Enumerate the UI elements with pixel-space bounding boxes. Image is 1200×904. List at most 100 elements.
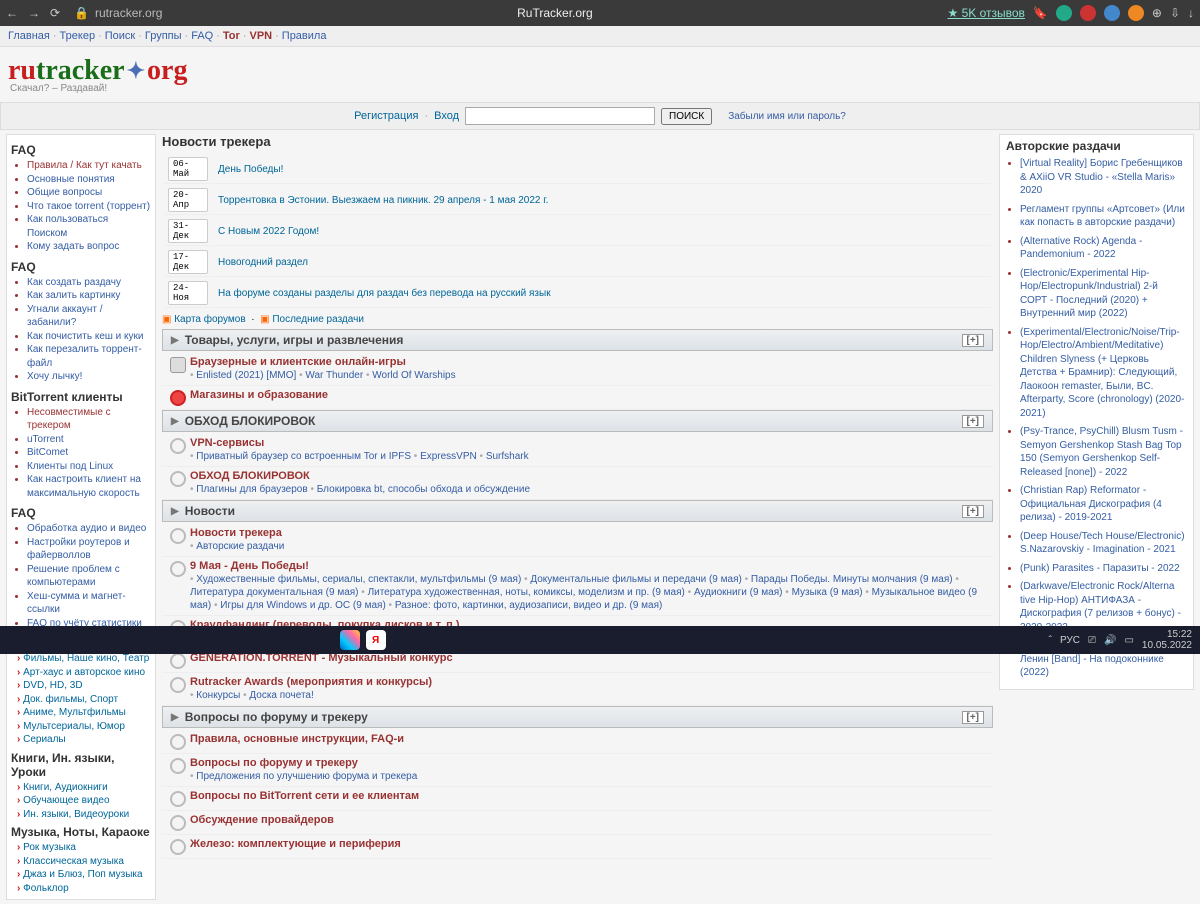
expand-button[interactable]: [+] [962, 415, 985, 428]
side-item[interactable]: Фольклор [17, 882, 151, 896]
topnav-tor[interactable]: Tor [223, 30, 240, 42]
topnav-группы[interactable]: Группы [145, 30, 182, 42]
side-item[interactable]: Настройки роутеров и файерволлов [27, 536, 151, 563]
release-item[interactable]: (Electronic/Experimental Hip-Hop/Electro… [1020, 267, 1187, 321]
subforum-link[interactable]: Блокировка bt, способы обхода и обсужден… [317, 484, 530, 495]
subforum-link[interactable]: Конкурсы [196, 690, 240, 701]
side-item[interactable]: Угнали аккаунт / забанили? [27, 303, 151, 330]
forum-link[interactable]: Обсуждение провайдеров [190, 814, 334, 826]
forum-link[interactable]: Вопросы по BitTorrent сети и ее клиентам [190, 790, 419, 802]
side-item[interactable]: Клиенты под Linux [27, 460, 151, 474]
rss-icon-2[interactable]: ▣ [260, 314, 269, 325]
release-item[interactable]: (Deep House/Tech House/Electronic) S.Naz… [1020, 530, 1187, 557]
side-item[interactable]: Книги, Аудиокниги [17, 781, 151, 795]
side-item[interactable]: Что такое torrent (торрент) [27, 200, 151, 214]
side-item[interactable]: Фильмы, Наше кино, Театр [17, 652, 151, 666]
battery-icon[interactable]: ▭ [1124, 635, 1133, 646]
side-item[interactable]: Джаз и Блюз, Поп музыка [17, 868, 151, 882]
forum-link[interactable]: Браузерные и клиентские онлайн-игры [190, 356, 406, 368]
ext-icon-1[interactable] [1056, 5, 1072, 21]
side-item[interactable]: Как залить картинку [27, 289, 151, 303]
bookmark-icon[interactable]: 🔖 [1033, 6, 1048, 20]
forum-link[interactable]: Новости трекера [190, 527, 282, 539]
side-item[interactable]: Док. фильмы, Спорт [17, 693, 151, 707]
subforum-link[interactable]: Документальные фильмы и передачи (9 мая) [530, 574, 741, 585]
side-item[interactable]: Аниме, Мультфильмы [17, 706, 151, 720]
download-icon[interactable]: ⇩ [1170, 6, 1180, 20]
subforum-link[interactable]: Приватный браузер со встроенным Tor и IP… [196, 451, 411, 462]
news-item[interactable]: Новогодний раздел [214, 248, 991, 277]
side-item[interactable]: Решение проблем с компьютерами [27, 563, 151, 590]
side-item[interactable]: Несовместимые с трекером [27, 406, 151, 433]
topnav-vpn[interactable]: VPN [249, 30, 272, 42]
rss-icon[interactable]: ▣ [162, 314, 171, 325]
search-button[interactable]: ПОИСК [661, 108, 712, 125]
subforum-link[interactable]: Литература документальная (9 мая) [190, 587, 359, 598]
forum-link[interactable]: Rutracker Awards (мероприятия и конкурсы… [190, 676, 432, 688]
expand-button[interactable]: [+] [962, 334, 985, 347]
side-item[interactable]: Хочу лычку! [27, 370, 151, 384]
yandex-icon[interactable]: Я [366, 630, 386, 650]
side-item[interactable]: Как почистить кеш и куки [27, 330, 151, 344]
side-item[interactable]: Правила / Как тут качать [27, 159, 151, 173]
release-item[interactable]: (Experimental/Electronic/Noise/Trip-Hop/… [1020, 326, 1187, 421]
subforum-link[interactable]: Доска почета! [249, 690, 313, 701]
ext-icon-4[interactable] [1128, 5, 1144, 21]
side-item[interactable]: Как создать раздачу [27, 276, 151, 290]
subforum-link[interactable]: Парады Победы. Минуты молчания (9 мая) [751, 574, 953, 585]
forum-link[interactable]: 9 Мая - День Победы! [190, 560, 309, 572]
topnav-правила[interactable]: Правила [282, 30, 327, 42]
start-icon[interactable] [340, 630, 360, 650]
globe-icon[interactable]: ⊕ [1152, 6, 1162, 20]
expand-button[interactable]: [+] [962, 711, 985, 724]
side-item[interactable]: Кому задать вопрос [27, 240, 151, 254]
release-item[interactable]: (Christian Rap) Reformator - Официальная… [1020, 484, 1187, 525]
release-item[interactable]: [Virtual Reality] Борис Гребенщиков & AX… [1020, 157, 1187, 198]
forum-category[interactable]: ▶Товары, услуги, игры и развлечения[+] [162, 329, 993, 351]
subforum-link[interactable]: Surfshark [486, 451, 529, 462]
subforum-link[interactable]: Разное: фото, картинки, аудиозаписи, вид… [395, 600, 663, 611]
side-item[interactable]: Обучающее видео [17, 794, 151, 808]
register-link[interactable]: Регистрация [354, 110, 418, 122]
news-item[interactable]: Торрентовка в Эстонии. Выезжаем на пикни… [214, 186, 991, 215]
forward-icon[interactable]: → [28, 6, 40, 20]
login-link[interactable]: Вход [434, 110, 459, 122]
reviews-badge[interactable]: ★ 5K отзывов [947, 6, 1024, 20]
sound-icon[interactable]: 🔊 [1104, 635, 1116, 646]
forum-map-link[interactable]: Карта форумов [174, 314, 245, 325]
forum-link[interactable]: Вопросы по форуму и трекеру [190, 757, 358, 769]
release-item[interactable]: (Alternative Rock) Agenda - Pandemonium … [1020, 235, 1187, 262]
subforum-link[interactable]: Художественные фильмы, сериалы, спектакл… [196, 574, 521, 585]
side-item[interactable]: Общие вопросы [27, 186, 151, 200]
wifi-icon[interactable]: ⎚ [1088, 635, 1096, 646]
forum-category[interactable]: ▶ОБХОД БЛОКИРОВОК[+] [162, 410, 993, 432]
side-item[interactable]: Как перезалить торрент-файл [27, 343, 151, 370]
side-item[interactable]: Сериалы [17, 733, 151, 747]
ext-icon-2[interactable] [1080, 5, 1096, 21]
recent-link[interactable]: Последние раздачи [272, 314, 364, 325]
expand-button[interactable]: [+] [962, 505, 985, 518]
news-item[interactable]: На форуме созданы разделы для раздач без… [214, 279, 991, 308]
side-item[interactable]: uTorrent [27, 433, 151, 447]
topnav-faq[interactable]: FAQ [191, 30, 213, 42]
subforum-link[interactable]: ExpressVPN [420, 451, 477, 462]
forum-link[interactable]: VPN-сервисы [190, 437, 264, 449]
topnav-главная[interactable]: Главная [8, 30, 50, 42]
side-item[interactable]: Мультсериалы, Юмор [17, 720, 151, 734]
subforum-link[interactable]: Музыка (9 мая) [792, 587, 863, 598]
side-item[interactable]: Обработка аудио и видео [27, 522, 151, 536]
subforum-link[interactable]: Enlisted (2021) [MMO] [196, 370, 296, 381]
subforum-link[interactable]: Предложения по улучшению форума и трекер… [196, 771, 417, 782]
topnav-поиск[interactable]: Поиск [105, 30, 135, 42]
forum-category[interactable]: ▶Вопросы по форуму и трекеру[+] [162, 706, 993, 728]
release-item[interactable]: (Punk) Parasites - Паразиты - 2022 [1020, 562, 1187, 576]
forum-link[interactable]: Правила, основные инструкции, FAQ-и [190, 733, 404, 745]
subforum-link[interactable]: Игры для Windows и др. ОС (9 мая) [220, 600, 386, 611]
news-item[interactable]: С Новым 2022 Годом! [214, 217, 991, 246]
forum-link[interactable]: Железо: комплектующие и периферия [190, 838, 401, 850]
downarrow-icon[interactable]: ↓ [1188, 6, 1194, 20]
reload-icon[interactable]: ⟳ [50, 6, 60, 20]
side-item[interactable]: Как настроить клиент на максимальную ско… [27, 473, 151, 500]
side-item[interactable]: Рок музыка [17, 841, 151, 855]
subforum-link[interactable]: World Of Warships [372, 370, 455, 381]
